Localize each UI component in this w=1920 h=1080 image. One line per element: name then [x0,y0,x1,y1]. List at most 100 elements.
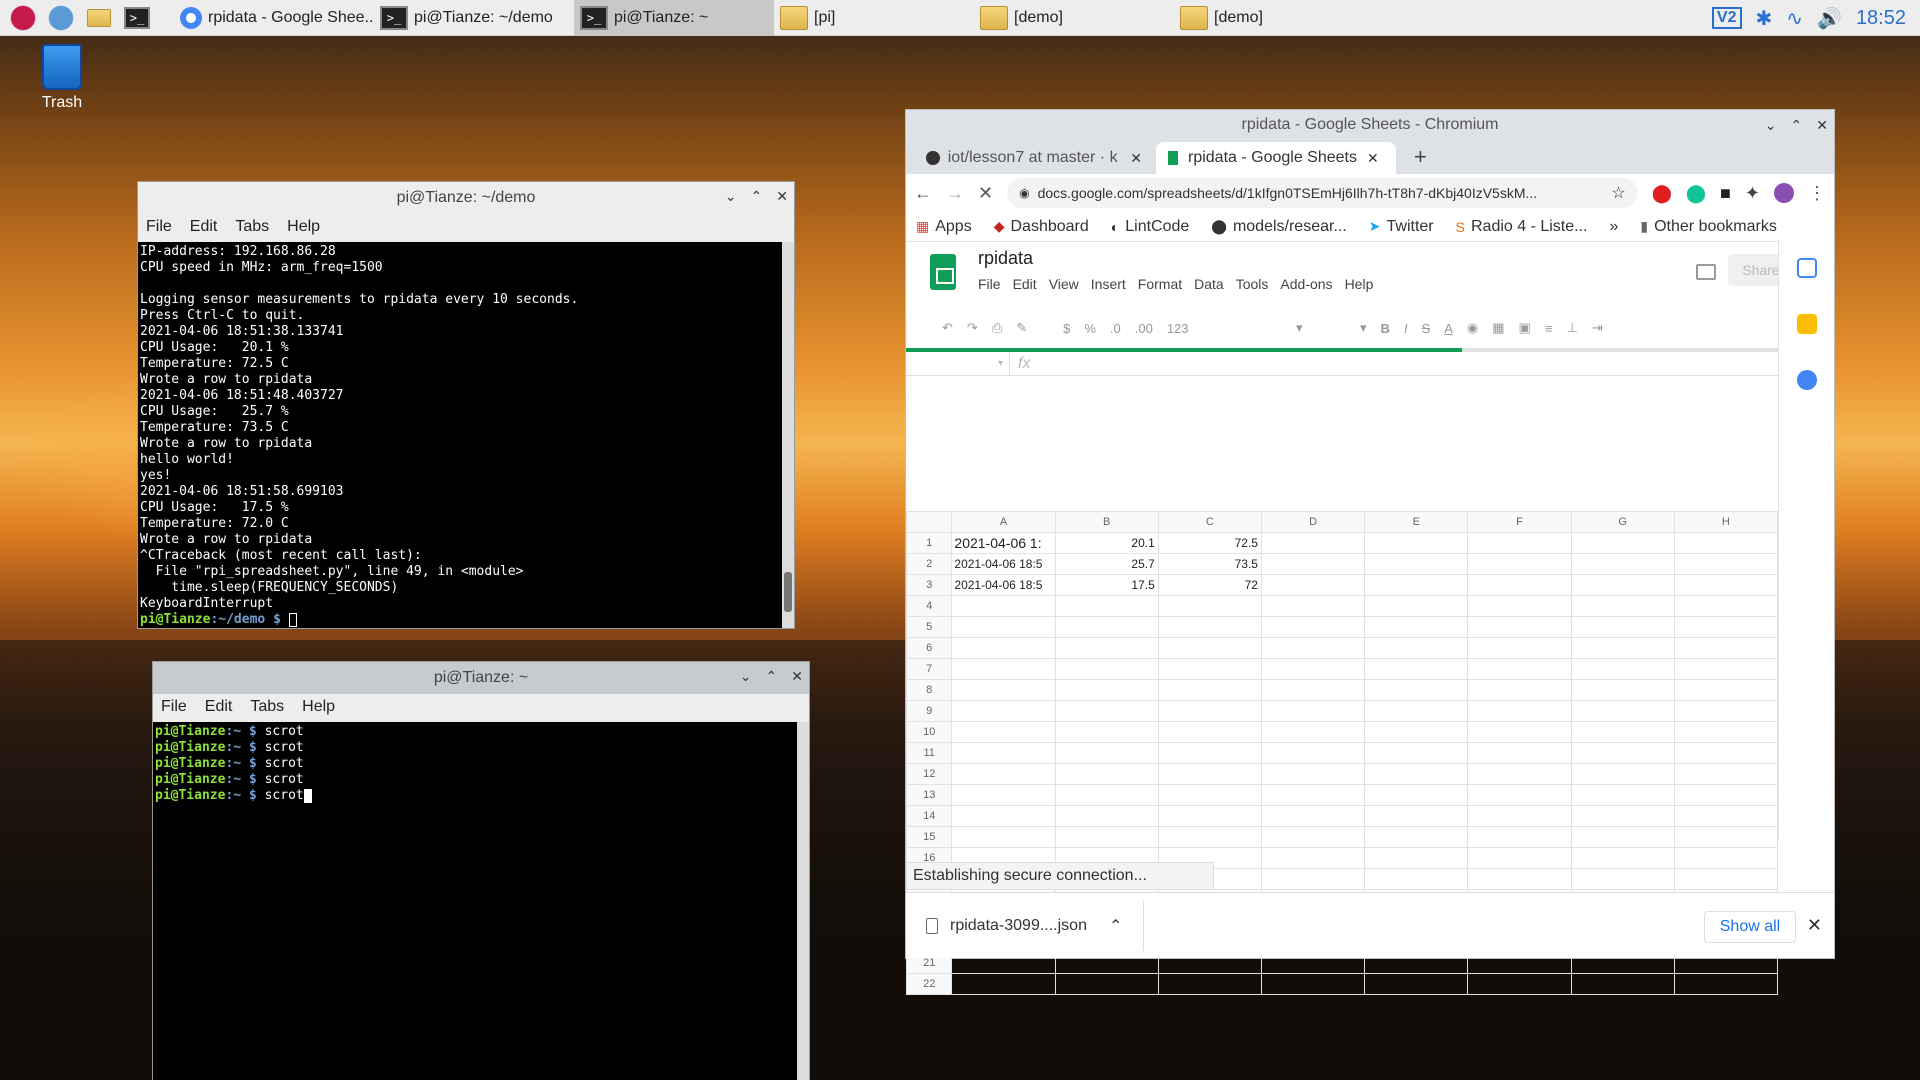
grid-cell[interactable] [1467,847,1572,869]
italic-icon[interactable]: I [1404,321,1408,336]
row-header[interactable]: 11 [905,742,953,764]
grid-cell[interactable] [1054,658,1159,680]
row-header[interactable]: 12 [905,763,953,785]
grid-cell[interactable] [1260,637,1366,659]
grid-cell[interactable] [1570,637,1675,659]
undo-icon[interactable]: ↶ [942,320,953,336]
column-header[interactable]: E [1364,511,1469,533]
grid-cell[interactable] [1364,805,1469,827]
grid-cell[interactable] [1364,868,1469,890]
profile-avatar[interactable] [1774,183,1794,203]
grid-cell[interactable] [1364,700,1469,722]
sheets-menu-file[interactable]: File [978,276,1001,292]
new-tab-icon[interactable]: + [1414,144,1427,170]
sheets-menu-insert[interactable]: Insert [1091,276,1126,292]
row-header[interactable]: 5 [905,616,953,638]
vnc-icon[interactable]: V2 [1711,7,1742,29]
grid-cell[interactable] [1570,595,1675,617]
grid-cell[interactable] [1467,595,1572,617]
grid-cell[interactable] [1570,868,1675,890]
menu-file[interactable]: File [161,698,187,716]
bookmark-apps[interactable]: ▦ Apps [916,218,972,236]
grid-cell[interactable] [1260,658,1366,680]
bookmark-models[interactable]: ⬤ models/resear... [1211,218,1347,236]
grid-cell[interactable] [1054,616,1159,638]
file-manager-icon[interactable] [84,3,114,33]
grid-cell[interactable] [1570,721,1675,743]
grid-cell[interactable] [1570,700,1675,722]
grid-cell[interactable] [1260,700,1366,722]
grid-cell[interactable] [1364,553,1469,575]
row-header[interactable]: 8 [905,679,953,701]
terminal-output[interactable]: pi@Tianze:~ $ scrot pi@Tianze:~ $ scrot pi… [153,722,797,1080]
grid-cell[interactable] [1260,742,1366,764]
grid-cell[interactable] [1467,805,1572,827]
grid-cell[interactable] [1673,679,1779,701]
grid-cell[interactable] [1364,847,1469,869]
grid-cell[interactable] [1673,784,1779,806]
column-header[interactable]: A [951,511,1056,533]
grid-cell[interactable] [951,973,1056,995]
grid-cell[interactable] [951,742,1056,764]
grid-cell[interactable] [951,784,1056,806]
grid-cell[interactable] [1673,742,1779,764]
grid-cell[interactable] [951,763,1056,785]
grid-cell[interactable] [1673,847,1779,869]
wrap-icon[interactable]: ⇥ [1592,320,1603,336]
grid-cell[interactable] [1054,763,1159,785]
font-dropdown[interactable]: ▾ [1203,320,1303,336]
redo-icon[interactable]: ↷ [967,320,978,336]
maximize-icon[interactable]: ⌃ [751,188,763,205]
grid-cell[interactable] [1467,826,1572,848]
taskbar-task-folder-demo[interactable]: [demo] [974,0,1174,36]
maximize-icon[interactable]: ⌃ [766,668,778,685]
grid-cell[interactable] [1260,574,1366,596]
chevron-up-icon[interactable]: ⌃ [1109,916,1122,936]
maximize-icon[interactable]: ⌃ [1791,117,1803,134]
chromium-window[interactable]: rpidata - Google Sheets - Chromium ⌄ ⌃ ✕… [905,109,1835,995]
grid-cell[interactable] [951,616,1056,638]
grid-cell[interactable] [1673,763,1779,785]
tasks-icon[interactable] [1796,370,1817,390]
grid-cell[interactable]: 2021-04-06 18:5 [951,553,1056,575]
grid-cell[interactable] [1260,973,1366,995]
sheets-menu-help[interactable]: Help [1345,276,1374,292]
grid-cell[interactable] [1054,595,1159,617]
grid-cell[interactable] [1364,532,1469,554]
column-header[interactable]: B [1054,511,1159,533]
row-header[interactable]: 3 [905,574,953,596]
grid-cell[interactable] [1570,805,1675,827]
grid-cell[interactable] [1467,700,1572,722]
terminal-output[interactable]: IP-address: 192.168.86.28 CPU speed in MH… [138,242,782,628]
scrollbar[interactable] [782,242,794,628]
grid-cell[interactable]: 72 [1157,574,1262,596]
grid-cell[interactable] [1157,658,1262,680]
grid-cell[interactable] [951,658,1056,680]
stop-icon[interactable]: ✕ [978,183,993,204]
grid-cell[interactable] [1467,784,1572,806]
row-header[interactable]: 1 [905,532,953,554]
menu-edit[interactable]: Edit [190,218,218,236]
borders-icon[interactable]: ▦ [1492,320,1504,336]
grid-cell[interactable] [1467,973,1572,995]
row-header[interactable]: 4 [905,595,953,617]
close-download-shelf-icon[interactable]: ✕ [1807,915,1822,936]
grid-cell[interactable] [1260,595,1366,617]
volume-icon[interactable]: 🔊 [1817,6,1842,31]
bookmark-lintcode[interactable]: ◐ LintCode [1111,218,1190,236]
paint-format-icon[interactable]: ✎ [1016,320,1027,336]
row-header[interactable]: 15 [905,826,953,848]
grid-cell[interactable]: 72.5 [1157,532,1262,554]
grid-cell[interactable] [1467,721,1572,743]
grid-cell[interactable] [1570,553,1675,575]
grid-cell[interactable] [1260,763,1366,785]
grid-cell[interactable] [1054,742,1159,764]
grid-cell[interactable] [951,721,1056,743]
bookmark-other[interactable]: ▮ Other bookmarks [1640,218,1776,236]
grid-cell[interactable] [1157,721,1262,743]
sheets-logo-icon[interactable] [930,254,956,290]
grid-cell[interactable] [1364,637,1469,659]
bold-icon[interactable]: B [1381,321,1390,336]
close-icon[interactable]: ✕ [776,188,788,205]
window-titlebar[interactable]: rpidata - Google Sheets - Chromium ⌄ ⌃ ✕ [906,110,1834,140]
